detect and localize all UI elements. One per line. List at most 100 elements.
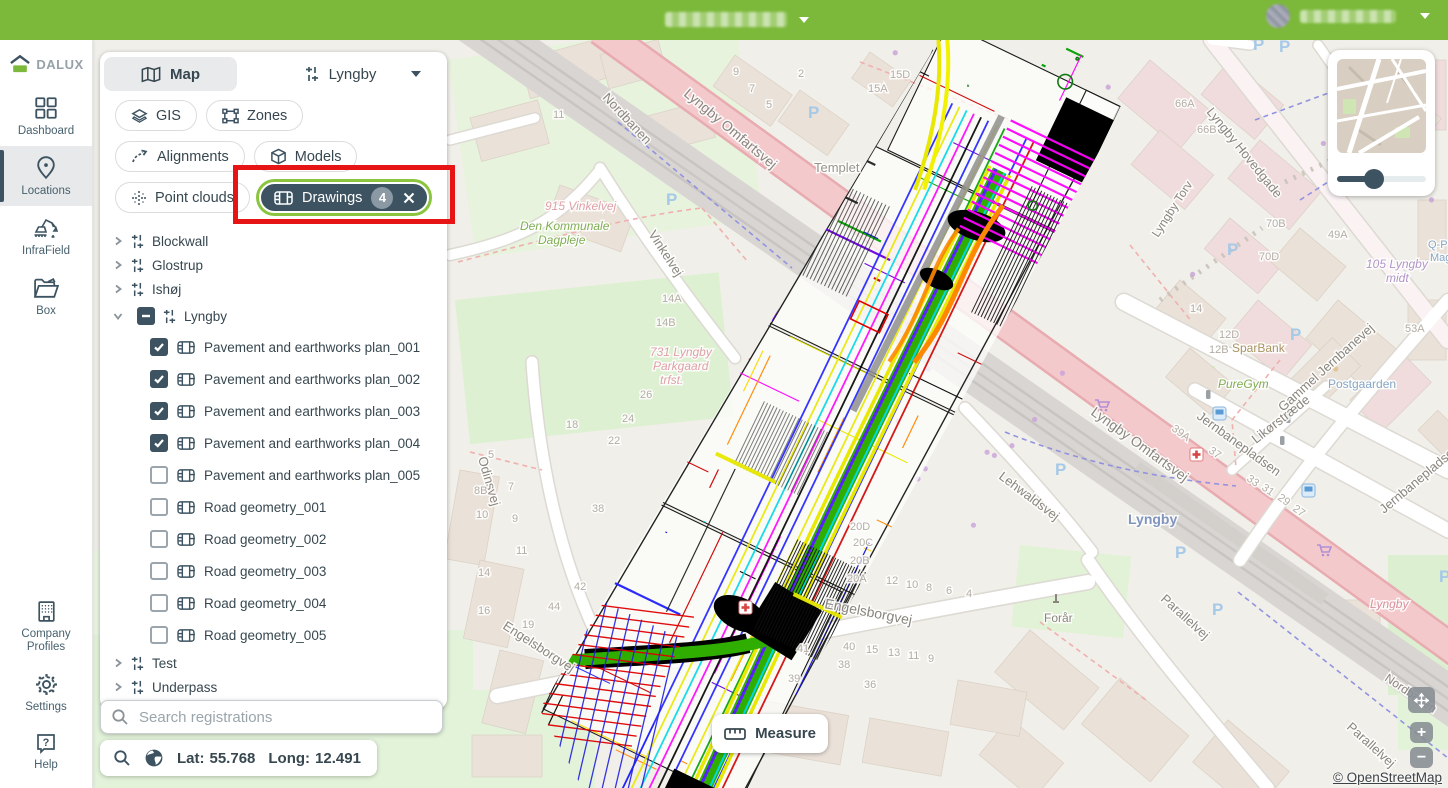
location-dropdown-label: Lyngby [329,66,377,83]
tree-group-row[interactable]: Underpass [100,675,447,699]
parking-icon: P [808,103,819,122]
map-housenumber-label: 14A [662,293,682,305]
sidebar-item-label: Locations [21,185,70,198]
map-housenumber-label: 12 [886,575,898,587]
osm-attribution-link[interactable]: © OpenStreetMap [1333,770,1442,785]
chevron-right-icon[interactable] [113,658,123,668]
map-housenumber-label: 70D [1259,251,1279,263]
tree-drawing-row[interactable]: Road geometry_005 [100,619,447,651]
checkbox[interactable] [150,562,168,580]
checkbox[interactable] [150,530,168,548]
chip-drawings-active[interactable]: Drawings 4 [259,182,429,213]
chip-models[interactable]: Models [254,141,358,172]
sidebar-item-company-profiles[interactable]: Company Profiles [0,590,92,662]
map-street-label: Lyngby [1128,511,1177,527]
tree-drawing-label: Pavement and earthworks plan_001 [204,340,420,355]
checkbox-checked[interactable] [150,402,168,420]
location-dropdown[interactable]: Lyngby [237,57,443,91]
tree-group-row-expanded[interactable]: Lyngby [100,301,447,331]
parking-icon: P [1439,567,1448,586]
sidebar-item-locations[interactable]: Locations [0,146,92,206]
map-housenumber-label: 2 [798,68,804,80]
parking-icon: P [1175,543,1186,562]
tree-drawing-row[interactable]: Road geometry_001 [100,491,447,523]
sidebar-item-infrafield[interactable]: InfraField [0,206,92,266]
tree-drawing-row[interactable]: Road geometry_002 [100,523,447,555]
user-menu[interactable] [1266,4,1430,28]
tree-drawing-label: Road geometry_005 [204,628,326,643]
chevron-right-icon[interactable] [113,682,123,692]
measure-button[interactable]: Measure [712,714,828,753]
dashboard-grid-icon [33,95,59,121]
checkbox-checked[interactable] [150,338,168,356]
checkbox[interactable] [150,466,168,484]
dalux-logo[interactable]: DALUX [8,54,83,74]
chip-alignments[interactable]: Alignments [115,141,245,172]
map-housenumber-label: 14 [478,567,490,579]
tree-group-row[interactable]: Test [100,651,447,675]
map-street-label: Dagpleje [538,233,586,247]
map-housenumber-label: 20C [853,537,873,549]
chip-zones[interactable]: Zones [206,100,303,131]
tree-drawing-row[interactable]: Pavement and earthworks plan_003 [100,395,447,427]
tree-drawing-row[interactable]: Road geometry_004 [100,587,447,619]
tree-drawing-row[interactable]: Pavement and earthworks plan_002 [100,363,447,395]
chip-gis[interactable]: GIS [115,100,197,131]
map-housenumber-label: 7 [749,83,755,95]
building-icon [34,599,59,624]
map-housenumber-label: 11 [908,650,919,662]
minimap-zoom-slider[interactable] [1337,168,1426,190]
tree-group-row[interactable]: Glostrup [100,253,447,277]
checkbox-indeterminate[interactable] [137,307,155,325]
tree-group-row[interactable]: Blockwall [100,229,447,253]
zoom-in-button[interactable]: + [1410,722,1433,743]
chevron-right-icon[interactable] [113,236,123,246]
tree-group-row[interactable]: Ishøj [100,277,447,301]
chevron-right-icon[interactable] [113,284,123,294]
tree-drawing-row[interactable]: Road geometry_003 [100,555,447,587]
tree-drawing-row[interactable]: Pavement and earthworks plan_005 [100,459,447,491]
tree-drawing-label: Road geometry_003 [204,564,326,579]
chevron-right-icon[interactable] [113,260,123,270]
search-input[interactable] [137,708,432,727]
slider-handle[interactable] [1364,169,1384,189]
tree-drawing-label: Pavement and earthworks plan_003 [204,404,420,419]
checkbox[interactable] [150,498,168,516]
map-housenumber-label: 8 [926,582,932,594]
sidebar-item-settings[interactable]: Settings [0,663,92,722]
search-icon [111,708,129,726]
sidebar-item-label: Settings [25,701,67,714]
drawing-sheet-icon [177,372,195,387]
drawings-tree: BlockwallGlostrupIshøjLyngby Pavement and… [100,225,447,701]
search-icon[interactable] [113,749,131,767]
sidebar-item-box[interactable]: Box [0,267,92,326]
checkbox[interactable] [150,594,168,612]
drawing-sheet-icon [177,468,195,483]
globe-icon[interactable] [144,748,164,768]
sidebar: DALUX Dashboard Locations InfraField [0,40,93,788]
map-street-label: 731 Lyngby [650,345,713,359]
alignment-icon [130,258,145,273]
tree-drawing-row[interactable]: Pavement and earthworks plan_001 [100,331,447,363]
alignment-icon [130,656,145,671]
tab-map[interactable]: Map [104,57,237,91]
zoom-out-button[interactable]: − [1410,747,1433,768]
parking-icon: P [1227,240,1238,259]
map-housenumber-label: 26 [640,389,652,401]
recenter-button[interactable] [1408,687,1435,713]
close-icon[interactable] [402,191,416,205]
sidebar-item-help[interactable]: ? Help [0,722,92,780]
map-housenumber-label: 14 [1190,303,1202,315]
tree-drawing-row[interactable]: Pavement and earthworks plan_004 [100,427,447,459]
project-selector[interactable] [665,12,809,27]
map-street-label: Templet [814,160,860,175]
sidebar-item-dashboard[interactable]: Dashboard [0,86,92,146]
checkbox-checked[interactable] [150,370,168,388]
minimap-thumbnail[interactable] [1337,59,1426,153]
chip-point-clouds[interactable]: Point clouds [115,182,250,213]
checkbox[interactable] [150,626,168,644]
svg-text:?: ? [43,737,50,749]
checkbox-checked[interactable] [150,434,168,452]
map-street-label: trfst. [660,373,683,387]
chevron-down-icon[interactable] [113,311,123,321]
